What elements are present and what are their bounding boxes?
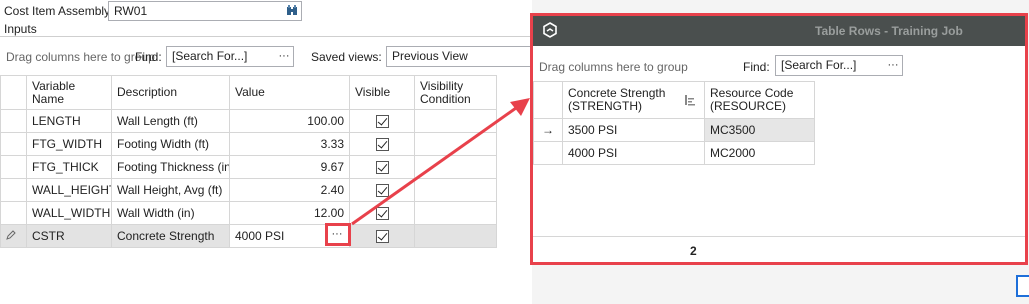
row-indicator[interactable] [0,201,27,225]
binoculars-icon[interactable] [286,4,298,17]
dialog-titlebar: Table Rows - Training Job [533,16,1025,46]
saved-views-label: Saved views: [311,50,382,64]
inputs-find-input[interactable]: [Search For...] [166,46,294,67]
col-header-description[interactable]: Description [111,75,230,110]
dialog-find-input[interactable]: [Search For...] [775,55,903,76]
dialog-grid: Concrete Strength (STRENGTH) Resource Co… [533,81,1025,236]
app-logo-icon [542,22,558,38]
dialog-find-label: Find: [743,60,770,74]
cell-description[interactable]: Footing Thickness (in) [111,155,230,179]
inputs-section-title: Inputs [4,22,37,36]
cell-resource-code[interactable]: MC3500 [704,118,815,142]
cell-variable-name[interactable]: FTG_WIDTH [26,132,112,156]
cell-value[interactable]: 100.00 [229,109,350,133]
inputs-find-placeholder: [Search For...] [172,49,248,63]
pencil-icon [6,229,16,240]
cell-value[interactable]: 2.40 [229,178,350,202]
row-pointer-icon: → [542,123,554,137]
cell-variable-name[interactable]: FTG_THICK [26,155,112,179]
cell-variable-name[interactable]: CSTR [26,224,112,248]
dialog-title: Table Rows - Training Job [815,24,963,38]
dialog-find-button[interactable]: ··· [885,57,901,74]
cell-variable-name[interactable]: WALL_HEIGHT [26,178,112,202]
table-rows-dialog: Table Rows - Training Job Drag columns h… [530,13,1028,265]
cell-value[interactable]: 9.67 [229,155,350,179]
row-indicator[interactable] [0,109,27,133]
assembly-label: Cost Item Assembly: [4,4,114,18]
assembly-field[interactable]: RW01 [108,1,302,21]
cell-description[interactable]: Wall Height, Avg (ft) [111,178,230,202]
cell-description[interactable]: Footing Width (ft) [111,132,230,156]
inputs-find-button[interactable]: ··· [276,48,292,65]
cell-value[interactable]: 12.00 [229,201,350,225]
saved-views-value: Previous View [392,49,468,63]
inputs-find-label: Find: [135,50,162,64]
saved-views-select[interactable]: Previous View [386,46,540,67]
col-header-variable-name[interactable]: Variable Name [26,75,112,110]
row-count: 2 [690,244,697,258]
row-indicator[interactable] [0,155,27,179]
dialog-group-hint: Drag columns here to group [539,60,688,74]
callout-arrow [351,98,530,226]
sort-icon[interactable] [684,94,696,106]
col-header-resource-code[interactable]: Resource Code (RESOURCE) [704,81,815,119]
dialog-footer-divider [533,236,1025,237]
cell-variable-name[interactable]: WALL_WIDTH [26,201,112,225]
concrete-strength-header-label: Concrete Strength (STRENGTH) [568,86,666,113]
cell-variable-name[interactable]: LENGTH [26,109,112,133]
dialog-find-placeholder: [Search For...] [781,58,857,72]
col-header-concrete-strength[interactable]: Concrete Strength (STRENGTH) [562,81,705,119]
row-indicator[interactable] [0,178,27,202]
cell-concrete-strength[interactable]: 3500 PSI [562,118,705,142]
row-indicator[interactable] [0,224,27,248]
cell-description[interactable]: Concrete Strength [111,224,230,248]
inputs-divider [0,36,540,37]
col-header-value[interactable]: Value [229,75,350,110]
table-row[interactable]: → 3500 PSI MC3500 [533,118,815,142]
cell-description[interactable]: Wall Width (in) [111,201,230,225]
row-indicator[interactable] [0,132,27,156]
cell-resource-code[interactable]: MC2000 [704,141,815,165]
table-row[interactable]: 4000 PSI MC2000 [533,141,815,165]
row-indicator-header [0,75,27,110]
cell-description[interactable]: Wall Length (ft) [111,109,230,133]
assembly-value: RW01 [114,4,148,18]
cell-value[interactable]: 3.33 [229,132,350,156]
inputs-group-hint: Drag columns here to group [6,50,155,64]
ok-button-partial[interactable] [1016,275,1029,297]
cell-value: 4000 PSI [235,229,285,243]
cell-concrete-strength[interactable]: 4000 PSI [562,141,705,165]
